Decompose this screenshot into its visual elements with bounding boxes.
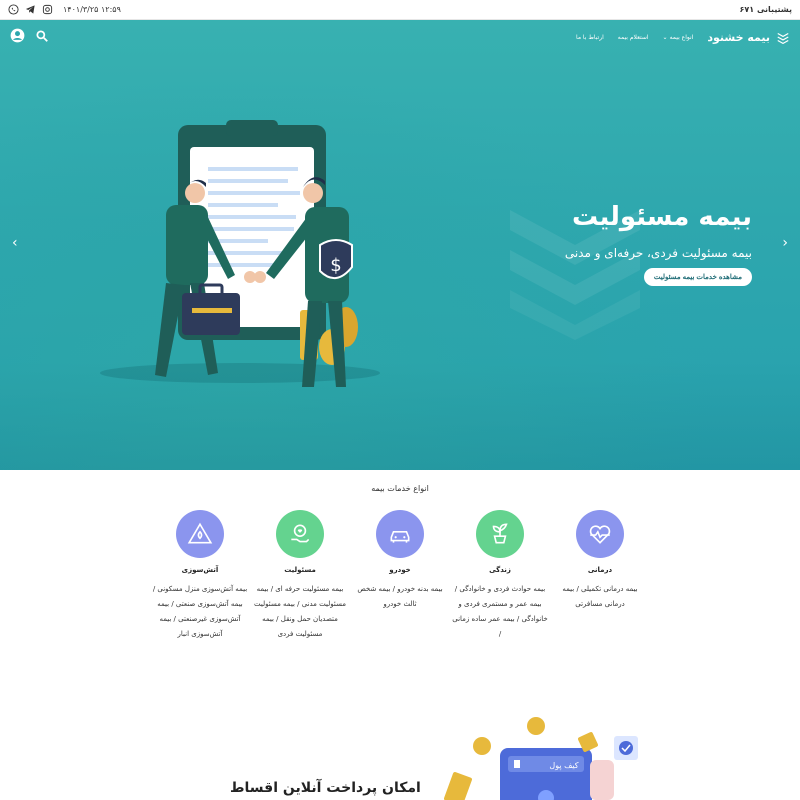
service-desc: بیمه حوادث فردی و خانوادگی / بیمه عمر و … bbox=[452, 585, 548, 638]
heartbeat-icon bbox=[589, 525, 611, 544]
nav-item-contact[interactable]: ارتباط با ما bbox=[576, 34, 604, 41]
fire-warning-icon bbox=[187, 522, 213, 544]
promo-title: امکان پرداخت آنلاین اقساط bbox=[230, 780, 421, 796]
service-icon-circle bbox=[576, 510, 624, 558]
search-icon[interactable] bbox=[35, 28, 49, 47]
topbar-social: ۱۴۰۱/۳/۲۵ ۱۲:۵۹ bbox=[8, 4, 121, 15]
service-card-medical[interactable]: درمانی بیمه درمانی تکمیلی / بیمه درمانی … bbox=[552, 510, 648, 612]
service-icon-circle bbox=[276, 510, 324, 558]
hero-title: بیمه مسئولیت bbox=[572, 202, 752, 232]
telegram-icon[interactable] bbox=[25, 4, 36, 15]
service-card-liability[interactable]: مسئولیت بیمه مسئولیت حرفه ای / بیمه مسئو… bbox=[252, 510, 348, 642]
services-title: انواع خدمات بیمه bbox=[371, 484, 429, 493]
service-icon-circle bbox=[176, 510, 224, 558]
service-desc: بیمه آتش‌سوزی منزل مسکونی / بیمه آتش‌سوز… bbox=[152, 585, 248, 638]
slider-prev-arrow[interactable]: ‹ bbox=[12, 235, 18, 251]
payment-illustration: کیف پول bbox=[444, 717, 638, 800]
hand-heart-icon bbox=[291, 524, 310, 543]
service-card-fire[interactable]: آتش‌سوزی بیمه آتش‌سوزی منزل مسکونی / بیم… bbox=[152, 510, 248, 642]
nav-item-insurance-types[interactable]: انواع بیمه ⌄ bbox=[663, 34, 694, 41]
nav-item-label: ارتباط با ما bbox=[575, 33, 604, 41]
svg-text:$: $ bbox=[330, 255, 341, 276]
service-name: مسئولیت bbox=[284, 566, 316, 574]
brand-name: بیمه خشنود bbox=[707, 30, 770, 44]
support-number[interactable]: پشتیبانی ۶۷۱ bbox=[740, 5, 792, 14]
service-name: خودرو bbox=[389, 566, 411, 574]
chevron-down-icon: ⌄ bbox=[662, 33, 668, 41]
car-icon bbox=[390, 531, 410, 543]
service-desc: بیمه بدنه خودرو / بیمه شخص ثالث خودرو bbox=[357, 585, 443, 608]
wallet-label: کیف پول bbox=[549, 761, 578, 770]
datetime: ۱۴۰۱/۳/۲۵ ۱۲:۵۹ bbox=[63, 5, 121, 14]
service-name: آتش‌سوزی bbox=[181, 566, 219, 574]
service-name: درمانی bbox=[587, 566, 613, 574]
nav-item-label: استعلام بیمه bbox=[617, 33, 649, 41]
service-card-car[interactable]: خودرو بیمه بدنه خودرو / بیمه شخص ثالث خو… bbox=[352, 510, 448, 612]
hero-illustration: $ bbox=[100, 120, 380, 387]
nav-item-inquiry[interactable]: استعلام بیمه bbox=[618, 34, 649, 41]
top-bar: ۱۴۰۱/۳/۲۵ ۱۲:۵۹ پشتیبانی ۶۷۱ bbox=[0, 0, 800, 20]
plant-icon bbox=[492, 523, 508, 544]
service-icon-circle bbox=[476, 510, 524, 558]
hero-subtitle: بیمه مسئولیت فردی، حرفه‌ای و مدنی bbox=[564, 246, 752, 260]
user-icon[interactable] bbox=[10, 28, 25, 47]
main-nav: بیمه خشنود انواع بیمه ⌄ استعلام بیمه ارت… bbox=[0, 20, 800, 54]
hero-cta-button[interactable]: مشاهده خدمات بیمه مسئولیت bbox=[643, 268, 752, 286]
nav-item-label: انواع بیمه bbox=[669, 33, 694, 41]
service-name: زندگی bbox=[489, 566, 511, 574]
logo-icon bbox=[777, 32, 789, 44]
service-desc: بیمه درمانی تکمیلی / بیمه درمانی مسافرتی bbox=[562, 585, 638, 608]
instagram-icon[interactable] bbox=[42, 4, 53, 15]
brand-logo[interactable]: بیمه خشنود bbox=[707, 30, 790, 44]
service-desc: بیمه مسئولیت حرفه ای / بیمه مسئولیت مدنی… bbox=[253, 585, 346, 638]
hero-slider: بیمه خشنود انواع بیمه ⌄ استعلام بیمه ارت… bbox=[0, 20, 800, 470]
service-card-life[interactable]: زندگی بیمه حوادث فردی و خانوادگی / بیمه … bbox=[452, 510, 548, 642]
service-icon-circle bbox=[376, 510, 424, 558]
whatsapp-icon[interactable] bbox=[8, 4, 19, 15]
slider-next-arrow[interactable]: › bbox=[782, 235, 788, 251]
